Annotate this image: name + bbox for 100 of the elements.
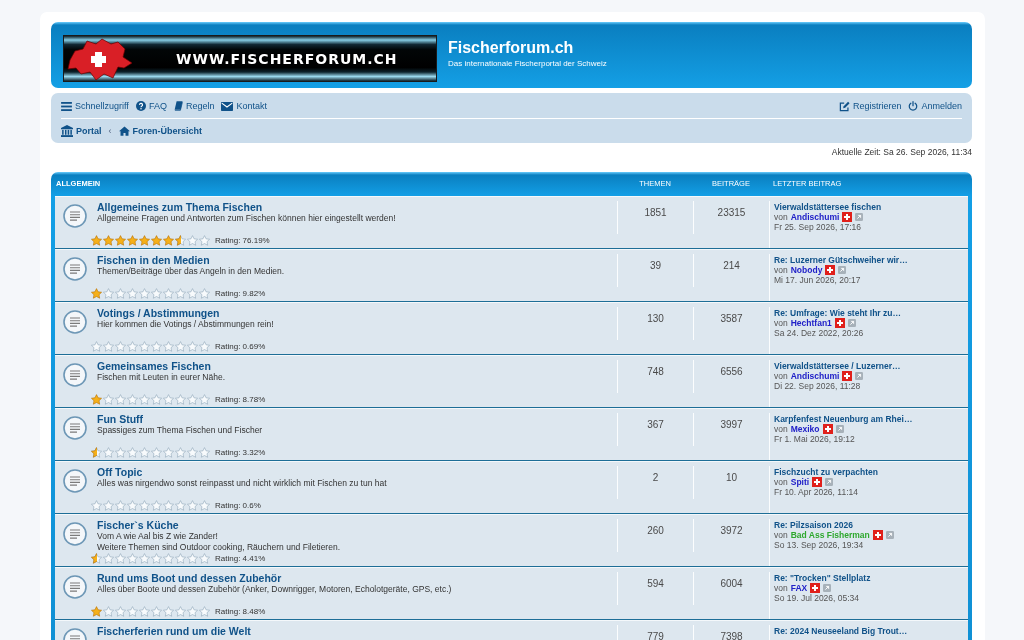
star-icon	[199, 553, 210, 564]
author-name[interactable]: Hechtfan1	[790, 318, 832, 328]
topics-count: 779	[647, 631, 664, 640]
forum-title[interactable]: Allgemeines zum Thema Fischen	[97, 201, 263, 213]
author-name[interactable]: Spiti	[790, 477, 810, 487]
logo-banner[interactable]: WWW.FISCHERFORUM.CH	[63, 35, 437, 82]
envelope-icon	[221, 101, 234, 111]
star-icon	[103, 447, 114, 458]
rating-text: Rating: 4.41%	[215, 553, 266, 564]
last-post-title[interactable]: Vierwaldstättersee / Luzerner…	[774, 361, 901, 371]
home-icon	[118, 126, 130, 136]
star-icon	[163, 341, 174, 352]
star-icon	[163, 553, 174, 564]
topics-count: 1851	[644, 207, 667, 218]
post-date: Fr 10. Apr 2026, 11:14	[774, 487, 858, 497]
arrow-square-icon[interactable]	[835, 425, 844, 433]
last-post-title[interactable]: Fischzucht zu verpachten	[774, 467, 878, 477]
forum-title[interactable]: Gemeinsames Fischen	[97, 360, 211, 372]
rating-text: Rating: 76.19%	[215, 235, 270, 246]
star-icon	[115, 606, 126, 617]
author-name[interactable]: Nobody	[790, 265, 823, 275]
star-icon	[115, 553, 126, 564]
star-icon	[139, 553, 150, 564]
star-icon	[187, 500, 198, 511]
building-icon	[61, 125, 73, 137]
arrow-square-icon[interactable]	[855, 213, 864, 221]
last-post-title[interactable]: Re: Luzerner Gütschweiher wir…	[774, 255, 908, 265]
breadcrumb-separator: ‹	[108, 125, 112, 137]
arrow-square-icon[interactable]	[823, 584, 832, 592]
forum-title[interactable]: Fischen in den Medien	[97, 254, 210, 266]
breadcrumb-link[interactable]: Portal	[61, 125, 102, 137]
arrow-square-icon[interactable]	[885, 531, 894, 539]
rating-text: Rating: 3.32%	[215, 447, 266, 458]
nav-link[interactable]: FAQ	[135, 100, 167, 112]
forum-description: Alles über Boote und dessen Zubehör (Anker, Downrigger, Motoren, Echolotgeräte, GPS, etc.)	[97, 584, 452, 595]
arrow-square-icon[interactable]	[838, 266, 847, 274]
forum-title[interactable]: Fischer`s Küche	[97, 519, 179, 531]
flag-icon	[872, 530, 883, 540]
star-icon	[163, 288, 174, 299]
star-icon	[115, 500, 126, 511]
last-post-title[interactable]: Vierwaldstättersee fischen	[774, 202, 882, 212]
arrow-square-icon[interactable]	[825, 478, 834, 486]
forum-title[interactable]: Fischerferien rund um die Welt	[97, 625, 251, 637]
forum-title[interactable]: Rund ums Boot und dessen Zubehör	[97, 572, 282, 584]
nav-link[interactable]: Regeln	[173, 100, 215, 112]
forum-title[interactable]: Votings / Abstimmungen	[97, 307, 220, 319]
star-icon	[199, 235, 210, 246]
star-icon	[151, 394, 162, 405]
current-time: Aktuelle Zeit: Sa 26. Sep 2026, 11:34	[831, 147, 972, 157]
star-icon	[175, 500, 186, 511]
topics-count: 130	[647, 313, 664, 324]
nav-link[interactable]: Kontakt	[221, 100, 267, 112]
star-icon	[187, 447, 198, 458]
star-icon	[103, 500, 114, 511]
star-icon	[103, 606, 114, 617]
last-post-title[interactable]: Re: Umfrage: Wie steht Ihr zu…	[774, 308, 901, 318]
star-icon	[187, 394, 198, 405]
last-post-title[interactable]: Karpfenfest Neuenburg am Rhei…	[774, 414, 913, 424]
nav-link[interactable]: Schnellzugriff	[61, 100, 129, 112]
star-icon	[127, 235, 138, 246]
book-icon	[173, 101, 183, 111]
flag-icon	[812, 477, 823, 487]
topics-count: 748	[647, 366, 664, 377]
arrow-square-icon[interactable]	[847, 319, 856, 327]
posts-count: 3587	[720, 313, 743, 324]
forum-title[interactable]: Fun Stuff	[97, 413, 144, 425]
star-icon	[175, 235, 186, 246]
last-post-title[interactable]: Re: "Trocken" Stellplatz	[774, 573, 871, 583]
nav-link[interactable]: Registrieren	[838, 100, 902, 112]
star-icon	[175, 288, 186, 299]
star-icon	[127, 500, 138, 511]
star-icon	[139, 447, 150, 458]
post-date: So 19. Jul 2026, 05:34	[774, 593, 860, 603]
star-icon	[103, 235, 114, 246]
author-name[interactable]: Andischumi	[790, 212, 840, 222]
star-icon	[139, 288, 150, 299]
star-icon	[175, 447, 186, 458]
post-date: Mi 17. Jun 2026, 20:17	[774, 275, 861, 285]
power-icon	[908, 101, 919, 111]
star-icon	[115, 235, 126, 246]
rating-text: Rating: 0.6%	[215, 500, 261, 511]
arrow-square-icon[interactable]	[855, 372, 864, 380]
star-icon	[91, 553, 102, 564]
by-label: von	[774, 371, 788, 381]
author-name[interactable]: Andischumi	[790, 371, 840, 381]
author-name[interactable]: FAX	[790, 583, 808, 593]
forum-title[interactable]: Off Topic	[97, 466, 143, 478]
posts-count: 214	[723, 260, 740, 271]
star-icon	[199, 394, 210, 405]
breadcrumb-link[interactable]: Foren-Übersicht	[118, 125, 203, 137]
last-post-title[interactable]: Re: Pilzsaison 2026	[774, 520, 853, 530]
last-post-title[interactable]: Re: 2024 Neuseeland Big Trout…	[774, 626, 908, 636]
star-icon	[91, 235, 102, 246]
star-icon	[139, 394, 150, 405]
star-icon	[199, 606, 210, 617]
author-name[interactable]: Mexiko	[790, 424, 820, 434]
nav-link[interactable]: Anmelden	[908, 100, 962, 112]
star-icon	[103, 288, 114, 299]
post-date: Fr 25. Sep 2026, 17:16	[774, 222, 861, 232]
text-lines-icon	[63, 469, 87, 493]
